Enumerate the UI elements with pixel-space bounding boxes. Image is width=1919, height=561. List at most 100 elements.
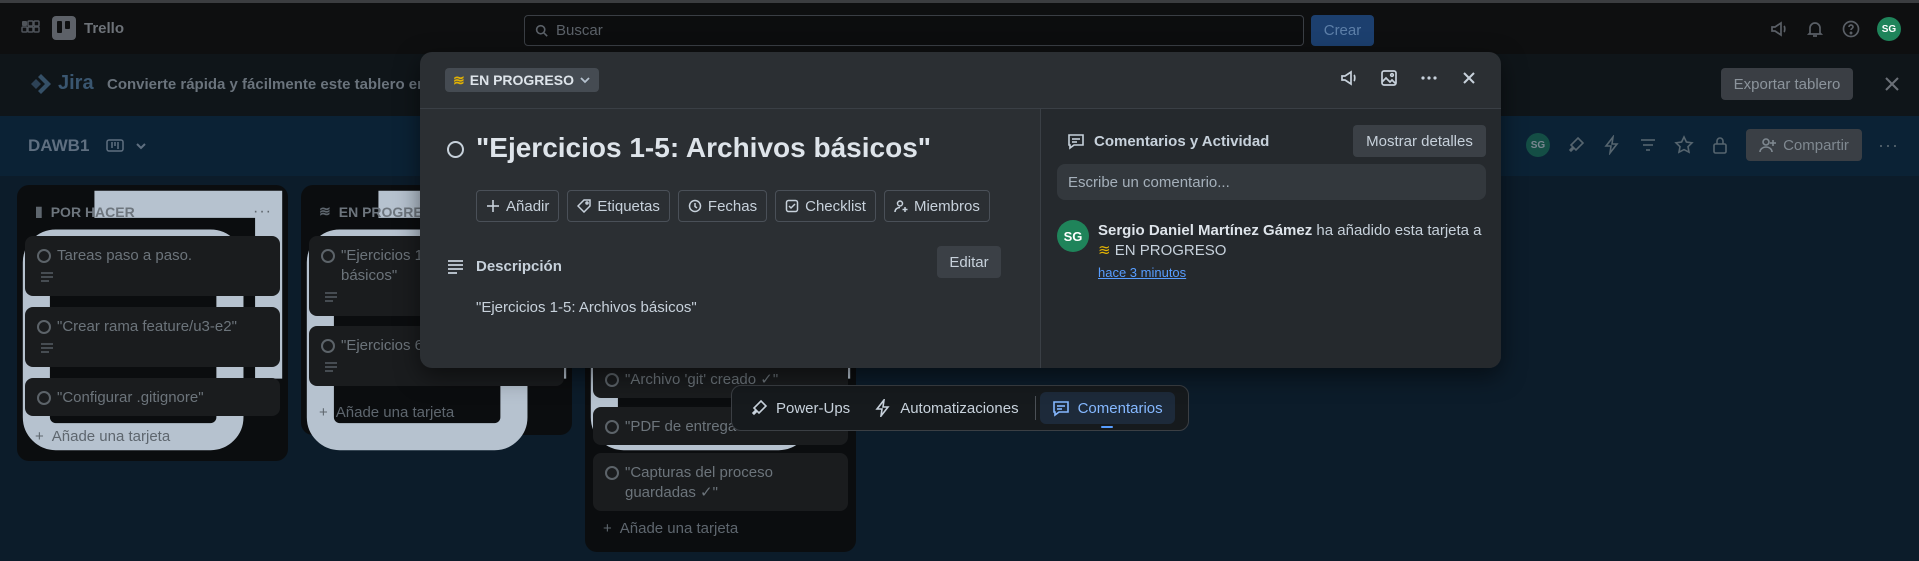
megaphone-icon[interactable] <box>1339 68 1359 88</box>
chevron-down-icon <box>136 143 146 150</box>
list-title[interactable]: POR HACER <box>51 204 135 220</box>
search-input[interactable] <box>556 22 1256 39</box>
add-card-button[interactable]: + Añade una tarjeta <box>603 520 738 537</box>
card-complete-circle[interactable] <box>321 249 335 263</box>
activity-user[interactable]: Sergio Daniel Martínez Gámez <box>1098 222 1312 239</box>
activity-timestamp[interactable]: hace 3 minutos <box>1098 265 1186 280</box>
description-text[interactable]: "Ejercicios 1-5: Archivos básicos" <box>476 299 697 316</box>
jira-brand: Jira <box>58 72 94 94</box>
power-ups-icon[interactable] <box>1566 135 1586 155</box>
board-member-avatar[interactable]: SG <box>1526 133 1550 157</box>
description-icon <box>448 260 463 274</box>
edit-description-button[interactable]: Editar <box>937 246 1001 278</box>
card-complete-circle[interactable] <box>37 249 51 263</box>
show-details-button[interactable]: Mostrar detalles <box>1353 125 1486 157</box>
search-icon <box>535 24 548 37</box>
description-icon <box>325 362 337 372</box>
card-title[interactable]: "Ejercicios 1-5: Archivos básicos" <box>476 132 931 164</box>
user-avatar[interactable]: SG <box>1877 17 1901 41</box>
progress-emoji-icon: ≋ <box>319 203 331 219</box>
list-card[interactable]: "Configurar .gitignore" <box>25 378 280 416</box>
add-card-button[interactable]: + Añade una tarjeta <box>35 428 170 445</box>
board-title[interactable]: DAWB1 <box>28 136 89 156</box>
description-icon <box>41 343 53 353</box>
add-card-label: Añade una tarjeta <box>51 428 171 445</box>
card-complete-circle[interactable] <box>37 391 51 405</box>
card-title: "Crear rama feature/u3-e2" <box>57 318 237 335</box>
description-icon <box>41 272 53 282</box>
rocket-icon <box>751 399 768 416</box>
checklist-button-label: Checklist <box>805 197 866 215</box>
list-card[interactable]: Tareas paso a paso. <box>25 236 280 296</box>
share-button[interactable]: Compartir <box>1746 129 1862 161</box>
app-name: Trello <box>84 19 125 37</box>
automation-bolt-icon[interactable] <box>1602 135 1622 155</box>
list-por-hacer: ▮ POR HACER ··· Tareas paso a paso. "Cre… <box>17 185 288 461</box>
app-switcher-icon[interactable] <box>20 19 40 39</box>
dock-power-ups[interactable]: Power-Ups <box>738 392 862 424</box>
cover-image-icon[interactable] <box>1379 68 1399 88</box>
notifications-bell-icon[interactable] <box>1805 19 1825 39</box>
board-view-switcher[interactable] <box>106 138 148 154</box>
board-view-icon <box>106 139 124 152</box>
close-icon[interactable] <box>1459 68 1479 88</box>
add-button[interactable]: Añadir <box>476 190 560 222</box>
status-label: EN PROGRESO <box>469 72 574 88</box>
mark-complete-circle[interactable] <box>447 141 464 158</box>
clock-icon <box>688 199 702 213</box>
list-card[interactable]: "Capturas del proceso guardadas ✓" <box>593 453 848 511</box>
checkbox-icon <box>785 199 799 213</box>
comments-heading: Comentarios y Actividad <box>1094 133 1270 150</box>
plus-icon: + <box>603 520 612 537</box>
comment-input[interactable] <box>1057 164 1486 200</box>
trello-logo[interactable]: Trello <box>52 16 124 40</box>
dock-power-ups-label: Power-Ups <box>776 399 851 417</box>
dock-comments[interactable]: Comentarios <box>1039 392 1175 428</box>
list-title[interactable]: EN PROGRE <box>339 204 423 220</box>
card-complete-circle[interactable] <box>321 339 335 353</box>
card-title: "Configurar .gitignore" <box>57 389 204 406</box>
add-card-label: Añade una tarjeta <box>335 404 455 421</box>
dates-button[interactable]: Fechas <box>677 190 768 222</box>
jira-logo: Jira <box>30 72 94 95</box>
filter-icon[interactable] <box>1638 135 1658 155</box>
checklist-button[interactable]: Checklist <box>775 190 876 222</box>
help-icon[interactable] <box>1841 19 1861 39</box>
description-icon <box>325 292 337 302</box>
activity-avatar[interactable]: SG <box>1057 220 1089 252</box>
list-status-selector[interactable]: ≋ EN PROGRESO <box>445 68 599 92</box>
trello-logo-icon <box>52 16 76 40</box>
list-menu-icon[interactable]: ··· <box>253 203 272 221</box>
list-card[interactable]: "Crear rama feature/u3-e2" <box>25 307 280 367</box>
modal-header: ≋ EN PROGRESO <box>420 52 1501 109</box>
create-button[interactable]: Crear <box>1311 15 1374 46</box>
add-person-icon <box>1759 138 1777 153</box>
card-title: "Ejercicios 6 <box>341 337 424 354</box>
close-banner-icon[interactable] <box>1882 74 1902 94</box>
plus-icon <box>487 200 499 212</box>
megaphone-icon[interactable] <box>1769 19 1789 39</box>
progress-emoji-icon: ≋ <box>453 71 465 88</box>
tag-icon <box>577 199 592 213</box>
card-complete-circle[interactable] <box>37 320 51 334</box>
card-complete-circle[interactable] <box>605 466 619 480</box>
add-member-icon <box>894 200 908 213</box>
dock-comments-label: Comentarios <box>1077 399 1163 417</box>
add-card-button[interactable]: + Añade una tarjeta <box>319 404 454 421</box>
card-title: "PDF de entrega <box>625 418 737 435</box>
card-complete-circle[interactable] <box>605 373 619 387</box>
members-button[interactable]: Miembros <box>883 190 990 222</box>
comment-icon <box>1068 134 1084 150</box>
board-menu-icon[interactable]: ··· <box>1878 135 1899 156</box>
dock-automations-label: Automatizaciones <box>900 399 1019 417</box>
star-icon[interactable] <box>1674 135 1694 155</box>
dock-automations[interactable]: Automatizaciones <box>862 392 1030 424</box>
export-board-button[interactable]: Exportar tablero <box>1721 68 1853 100</box>
more-options-icon[interactable] <box>1419 68 1439 88</box>
search-box[interactable] <box>524 15 1304 46</box>
visibility-lock-icon[interactable] <box>1710 135 1730 155</box>
card-complete-circle[interactable] <box>605 420 619 434</box>
plus-icon: + <box>319 404 328 421</box>
description-heading: Descripción <box>476 258 562 275</box>
labels-button[interactable]: Etiquetas <box>567 190 670 222</box>
